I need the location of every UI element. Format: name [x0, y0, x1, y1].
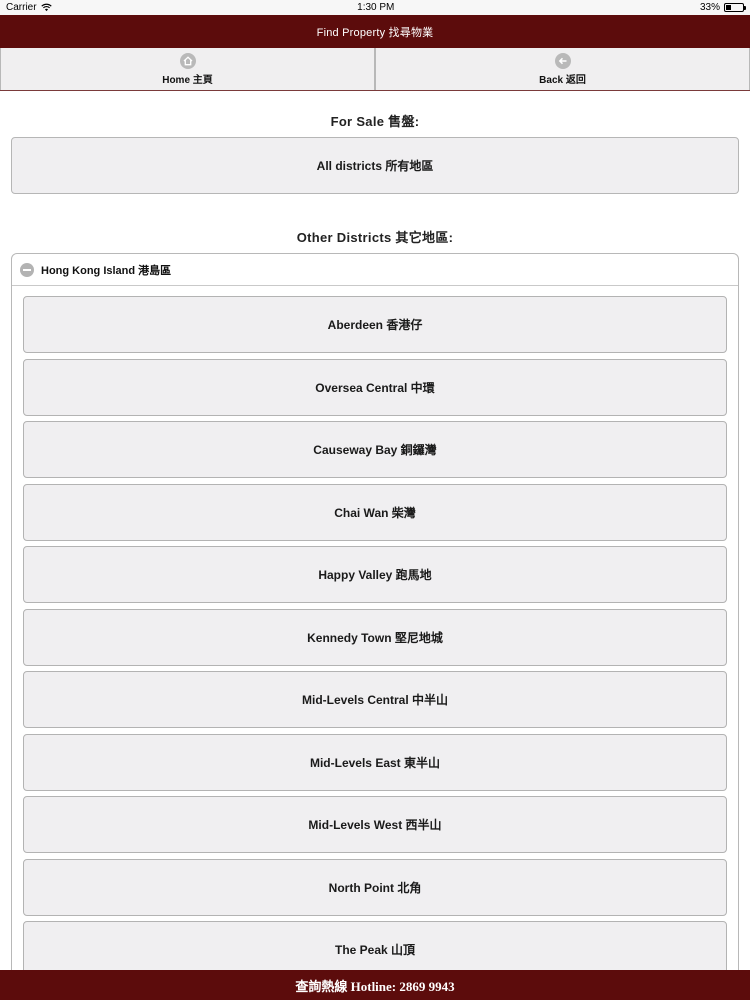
district-label: Mid-Levels West 西半山 — [308, 818, 442, 832]
collapse-minus-icon — [20, 262, 34, 277]
status-bar: Carrier 1:30 PM 33% — [0, 0, 750, 15]
district-button[interactable]: Mid-Levels East 東半山 — [23, 733, 727, 791]
district-label: Mid-Levels East 東半山 — [309, 755, 441, 770]
nav-bar: Home 主頁 Back 返回 — [0, 48, 750, 91]
home-label: Home 主頁 — [162, 74, 213, 86]
other-districts-title: Other Districts 其它地區: — [296, 230, 454, 245]
battery-percent: 33% — [699, 2, 720, 13]
header-bar: Find Property 找尋物業 — [0, 15, 750, 48]
status-left: Carrier — [6, 2, 52, 13]
status-right: 33% — [699, 2, 746, 13]
region-label: Hong Kong Island 港島區 — [41, 264, 172, 277]
all-districts-button[interactable]: All districts 所有地區 — [11, 137, 739, 194]
district-button[interactable]: North Point 北角 — [23, 858, 727, 916]
district-label: Kennedy Town 堅尼地城 — [307, 630, 443, 645]
status-time: 1:30 PM — [357, 2, 395, 13]
page-title: Find Property 找尋物業 — [316, 26, 434, 39]
home-icon — [179, 52, 196, 69]
district-button[interactable]: Mid-Levels West 西半山 — [23, 796, 727, 853]
home-button[interactable]: Home 主頁 — [0, 48, 375, 90]
carrier-label: Carrier — [6, 2, 37, 13]
district-button[interactable]: Chai Wan 柴灣 — [23, 483, 727, 541]
back-label: Back 返回 — [539, 74, 586, 86]
district-panel: Hong Kong Island 港島區 Aberdeen 香港仔 Oversea… — [11, 253, 739, 983]
district-label: Causeway Bay 銅鑼灣 — [313, 443, 437, 457]
wifi-icon — [40, 3, 52, 12]
back-arrow-icon — [554, 52, 571, 69]
footer-hotline-bar[interactable]: 查詢熱線 Hotline: 2869 9943 — [0, 970, 750, 1000]
battery-fill — [725, 5, 731, 10]
district-button[interactable]: Happy Valley 跑馬地 — [23, 546, 727, 603]
district-button[interactable]: Mid-Levels Central 中半山 — [23, 671, 727, 728]
district-label: Mid-Levels Central 中半山 — [301, 693, 449, 707]
district-label: North Point 北角 — [328, 880, 422, 895]
district-label: Aberdeen 香港仔 — [327, 318, 423, 332]
district-label: Happy Valley 跑馬地 — [318, 568, 432, 582]
district-label: Chai Wan 柴灣 — [334, 505, 416, 520]
hotline-label: 查詢熱線 Hotline: 2869 9943 — [295, 978, 455, 994]
back-button[interactable]: Back 返回 — [375, 48, 750, 90]
district-button[interactable]: Kennedy Town 堅尼地城 — [23, 608, 727, 666]
battery-icon — [723, 3, 746, 12]
district-button[interactable]: Aberdeen 香港仔 — [23, 296, 727, 353]
region-header-hong-kong-island[interactable]: Hong Kong Island 港島區 — [12, 254, 738, 286]
district-label: The Peak 山頂 — [334, 943, 416, 957]
district-button[interactable]: Causeway Bay 銅鑼灣 — [23, 421, 727, 478]
district-label: Oversea Central 中環 — [315, 380, 435, 395]
district-button[interactable]: Oversea Central 中環 — [23, 358, 727, 416]
for-sale-title: For Sale 售盤: — [330, 114, 420, 129]
all-districts-label: All districts 所有地區 — [316, 159, 434, 173]
